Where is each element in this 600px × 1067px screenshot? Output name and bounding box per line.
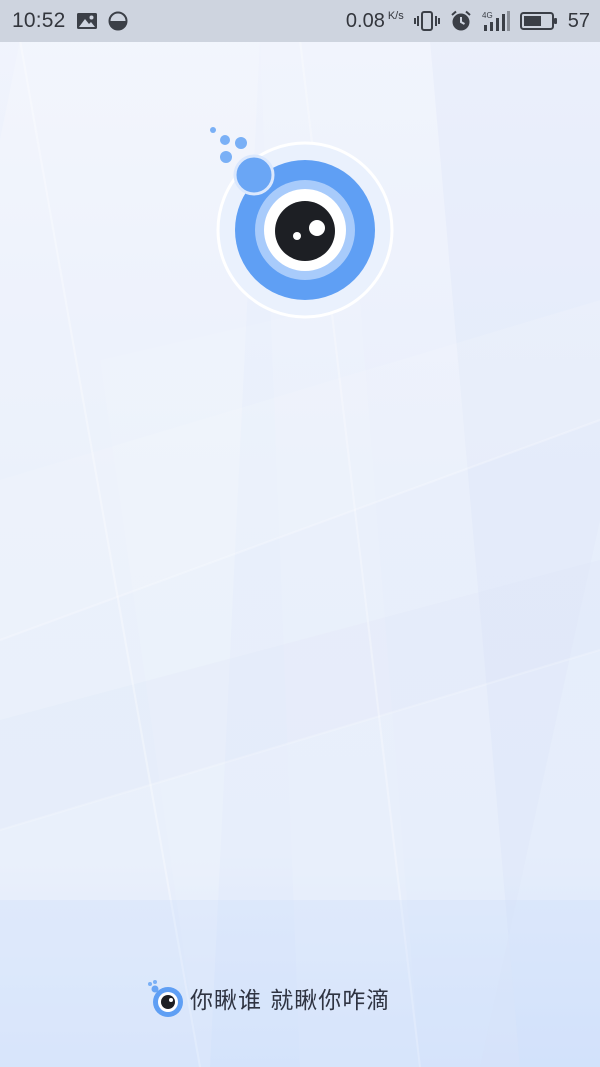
battery-icon xyxy=(519,11,558,31)
data-saver-icon xyxy=(108,11,128,31)
status-bar-right: 0.08 K/s 4G 57 xyxy=(346,10,590,33)
network-speed-unit: K/s xyxy=(387,9,404,22)
network-type-label: 4G xyxy=(482,11,493,20)
signal-icon: 4G xyxy=(482,10,510,32)
clock: 10:52 xyxy=(12,9,66,32)
eye-logo xyxy=(200,120,400,320)
status-bar: 10:52 0.08 K/s 4G 57 xyxy=(0,0,600,42)
network-speed: 0.08 K/s xyxy=(346,10,404,33)
eye-logo-icon xyxy=(210,127,394,319)
slogan-text: 你瞅谁 就瞅你咋滴 xyxy=(190,988,391,1014)
alarm-icon xyxy=(450,10,472,32)
vibrate-icon xyxy=(413,11,440,31)
network-speed-value: 0.08 xyxy=(345,9,385,32)
eye-logo-small-icon xyxy=(144,978,186,1018)
image-icon xyxy=(76,12,98,30)
battery-level: 57 xyxy=(567,9,590,32)
status-bar-left: 10:52 xyxy=(12,9,128,33)
slogan: 你瞅谁 就瞅你咋滴 xyxy=(144,976,390,1020)
